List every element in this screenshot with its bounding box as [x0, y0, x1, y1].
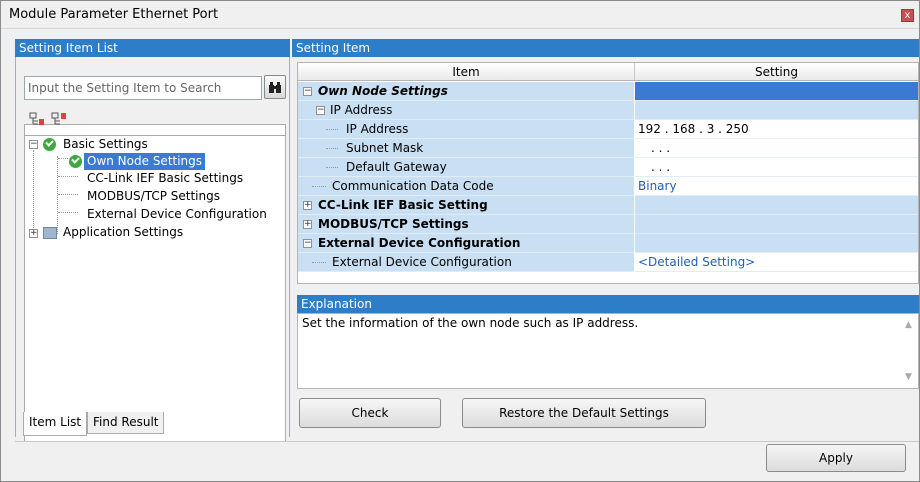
tree-item-basic-settings[interactable]: Basic Settings [63, 136, 148, 153]
row-label: Communication Data Code [332, 179, 494, 193]
tree-guide [326, 148, 338, 149]
row-setting-cell[interactable] [635, 215, 918, 234]
row-setting-cell[interactable] [635, 196, 918, 215]
row-item-cell: + MODBUS/TCP Settings [298, 215, 634, 234]
table-row[interactable]: − Own Node Settings [298, 82, 918, 101]
detailed-setting-link[interactable]: <Detailed Setting> [635, 253, 918, 272]
table-row[interactable]: External Device Configuration <Detailed … [298, 253, 918, 272]
tree-item-own-node-settings[interactable]: Own Node Settings [84, 153, 206, 170]
left-panel-tabs: Item List Find Result [15, 412, 290, 436]
expand-toggle-icon[interactable]: + [303, 220, 312, 229]
own-node-check-icon [69, 155, 82, 168]
scroll-up-icon[interactable]: ▲ [905, 320, 915, 330]
row-label: External Device Configuration [318, 236, 521, 250]
tree-item-cclink-ief[interactable]: CC-Link IEF Basic Settings [87, 170, 243, 187]
application-folder-icon [43, 227, 57, 239]
check-button[interactable]: Check [299, 398, 441, 428]
collapse-all-icon[interactable] [51, 112, 67, 126]
row-label: IP Address [330, 103, 393, 117]
close-icon[interactable]: x [901, 9, 914, 22]
subnet-mask-value[interactable]: . . . [635, 139, 918, 158]
tree-guide [326, 129, 338, 130]
tree-guide [33, 150, 34, 232]
row-item-cell: − IP Address [298, 101, 634, 120]
binoculars-icon [269, 82, 281, 93]
row-item-cell: + CC-Link IEF Basic Setting [298, 196, 634, 215]
table-row[interactable]: Communication Data Code Binary [298, 177, 918, 196]
restore-default-button[interactable]: Restore the Default Settings [462, 398, 706, 428]
row-item-cell: − Own Node Settings [298, 82, 634, 101]
collapse-toggle-icon[interactable]: − [303, 239, 312, 248]
apply-button[interactable]: Apply [766, 444, 906, 472]
setting-grid: Item Setting − Own Node Settings − IP Ad… [297, 62, 919, 284]
communication-data-code-value[interactable]: Binary [635, 177, 918, 196]
explanation-text: Set the information of the own node such… [302, 316, 639, 330]
row-item-cell: Default Gateway [298, 158, 634, 177]
table-row[interactable]: + MODBUS/TCP Settings [298, 215, 918, 234]
table-row[interactable]: − IP Address [298, 101, 918, 120]
tab-find-result[interactable]: Find Result [87, 412, 165, 434]
row-setting-cell[interactable] [635, 101, 918, 120]
tree-item-modbus-tcp[interactable]: MODBUS/TCP Settings [87, 188, 220, 205]
column-header-item: Item [298, 63, 635, 81]
tree-guide [58, 158, 68, 159]
window-title: Module Parameter Ethernet Port [9, 7, 219, 22]
module-parameter-window: Module Parameter Ethernet Port x Setting… [0, 0, 920, 482]
default-gateway-value[interactable]: . . . [635, 158, 918, 177]
ip-address-value[interactable]: 192 . 168 . 3 . 250 [635, 120, 918, 139]
expand-all-icon[interactable] [29, 112, 45, 126]
basic-settings-check-icon [43, 138, 56, 151]
table-row[interactable]: Default Gateway . . . [298, 158, 918, 177]
row-label: IP Address [346, 122, 409, 136]
row-label: Default Gateway [346, 160, 447, 174]
row-label: External Device Configuration [332, 255, 512, 269]
setting-item-list-panel: Input the Setting Item to Search − Basic… [15, 57, 290, 468]
scroll-down-icon[interactable]: ▼ [905, 372, 915, 382]
collapse-toggle-icon[interactable]: − [29, 140, 38, 149]
row-item-cell: IP Address [298, 120, 634, 139]
table-row[interactable]: IP Address 192 . 168 . 3 . 250 [298, 120, 918, 139]
table-row[interactable]: + CC-Link IEF Basic Setting [298, 196, 918, 215]
tab-item-list[interactable]: Item List [23, 412, 88, 436]
setting-item-header: Setting Item [292, 39, 919, 57]
row-label: Own Node Settings [318, 84, 448, 98]
table-row[interactable]: − External Device Configuration [298, 234, 918, 253]
tree-guide [312, 262, 326, 263]
row-setting-cell[interactable] [635, 82, 918, 101]
tree-guide [57, 156, 58, 234]
collapse-toggle-icon[interactable]: − [303, 87, 312, 96]
tree-item-external-device[interactable]: External Device Configuration [87, 206, 267, 223]
tree-guide [312, 186, 326, 187]
row-label: CC-Link IEF Basic Setting [318, 198, 488, 212]
expand-toggle-icon[interactable]: + [303, 201, 312, 210]
row-label: Subnet Mask [346, 141, 424, 155]
row-setting-cell[interactable] [635, 234, 918, 253]
row-item-cell: Subnet Mask [298, 139, 634, 158]
tree-guide [58, 176, 78, 177]
tree-guide [326, 167, 338, 168]
tree-guide [58, 194, 78, 195]
row-item-cell: Communication Data Code [298, 177, 634, 196]
search-input[interactable]: Input the Setting Item to Search [24, 76, 262, 100]
explanation-header: Explanation [297, 295, 919, 313]
row-label: MODBUS/TCP Settings [318, 217, 469, 231]
column-header-setting: Setting [635, 63, 918, 81]
explanation-box: Set the information of the own node such… [297, 313, 919, 389]
tree-content: − Basic Settings Own Node Settings CC-Li… [25, 135, 285, 455]
tree-guide [58, 212, 78, 213]
row-item-cell: External Device Configuration [298, 253, 634, 272]
table-row[interactable]: Subnet Mask . . . [298, 139, 918, 158]
row-item-cell: − External Device Configuration [298, 234, 634, 253]
expand-toggle-icon[interactable]: + [29, 229, 38, 238]
search-button[interactable] [264, 75, 286, 99]
tree-item-application-settings[interactable]: Application Settings [63, 224, 183, 241]
title-bar: Module Parameter Ethernet Port x [1, 1, 919, 29]
setting-item-list-header: Setting Item List [15, 39, 290, 57]
collapse-toggle-icon[interactable]: − [316, 106, 325, 115]
